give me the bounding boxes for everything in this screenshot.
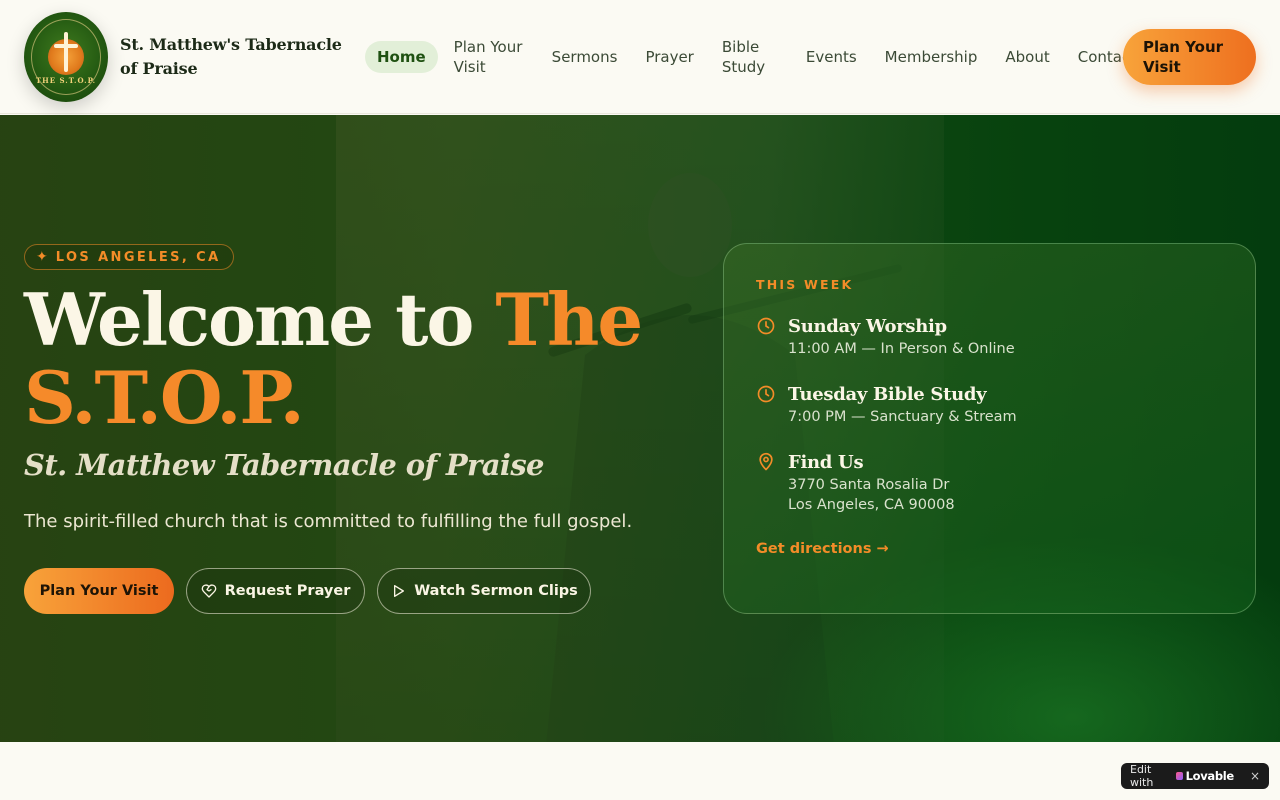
clock-icon	[757, 385, 775, 403]
hero-section: ✦ LOS ANGELES, CA Welcome to The S.T.O.P…	[0, 115, 1280, 742]
nav-item-plan-your-visit[interactable]: Plan Your Visit	[454, 37, 524, 77]
event-sunday-worship: Sunday Worship 11:00 AM — In Person & On…	[756, 315, 1015, 359]
get-directions-link[interactable]: Get directions →	[756, 541, 889, 557]
nav-item-bible-study[interactable]: Bible Study	[722, 37, 778, 77]
event-detail: 7:00 PM — Sanctuary & Stream	[788, 409, 1017, 425]
hero-subtitle: St. Matthew Tabernacle of Praise	[24, 448, 545, 482]
request-prayer-button[interactable]: Request Prayer	[186, 568, 365, 614]
watch-sermon-clips-button[interactable]: Watch Sermon Clips	[377, 568, 591, 614]
close-icon[interactable]: ×	[1250, 769, 1260, 783]
hero-title: Welcome to The S.T.O.P.	[24, 277, 643, 440]
nav-item-about[interactable]: About	[1005, 47, 1049, 67]
play-icon	[390, 583, 406, 599]
nav-item-prayer[interactable]: Prayer	[645, 47, 693, 67]
address-line-2: Los Angeles, CA 90008	[788, 497, 955, 513]
this-week-heading: THIS WEEK	[756, 277, 854, 292]
site-title[interactable]: St. Matthew's Tabernacle of Praise	[120, 33, 350, 81]
this-week-card: THIS WEEK Sunday Worship 11:00 AM — In P…	[723, 243, 1256, 614]
event-title: Find Us	[788, 452, 864, 473]
logo-cross-icon	[64, 31, 68, 72]
map-pin-icon	[759, 452, 773, 471]
nav-item-home[interactable]: Home	[365, 40, 438, 73]
address-line-1: 3770 Santa Rosalia Dr	[788, 477, 950, 493]
logo-text: THE S.T.O.P.	[35, 75, 97, 85]
clock-icon	[757, 317, 775, 335]
nav-item-sermons[interactable]: Sermons	[552, 47, 618, 67]
site-header: THE S.T.O.P. St. Matthew's Tabernacle of…	[0, 0, 1280, 114]
event-tuesday-bible-study: Tuesday Bible Study 7:00 PM — Sanctuary …	[756, 383, 1017, 427]
event-title: Sunday Worship	[788, 316, 947, 337]
plan-visit-header-button[interactable]: Plan Your Visit	[1123, 29, 1256, 85]
event-detail: 11:00 AM — In Person & Online	[788, 341, 1015, 357]
edit-with-lovable-badge[interactable]: Edit with Lovable ×	[1121, 763, 1269, 789]
hero-lead: The spirit-filled church that is committ…	[24, 511, 633, 532]
church-logo[interactable]: THE S.T.O.P.	[24, 11, 108, 102]
next-section	[0, 742, 1280, 800]
main-nav: Home Plan Your Visit Sermons Prayer Bibl…	[365, 37, 1136, 77]
nav-item-membership[interactable]: Membership	[885, 47, 978, 67]
nav-item-events[interactable]: Events	[806, 47, 857, 67]
sparkle-icon: ✦	[36, 249, 48, 265]
plan-visit-button[interactable]: Plan Your Visit	[24, 568, 174, 614]
heart-hand-icon	[201, 583, 217, 599]
location-badge: ✦ LOS ANGELES, CA	[24, 244, 234, 270]
event-find-us: Find Us 3770 Santa Rosalia Dr Los Angele…	[756, 451, 955, 515]
event-title: Tuesday Bible Study	[788, 384, 987, 405]
lovable-logo-icon	[1175, 772, 1183, 780]
